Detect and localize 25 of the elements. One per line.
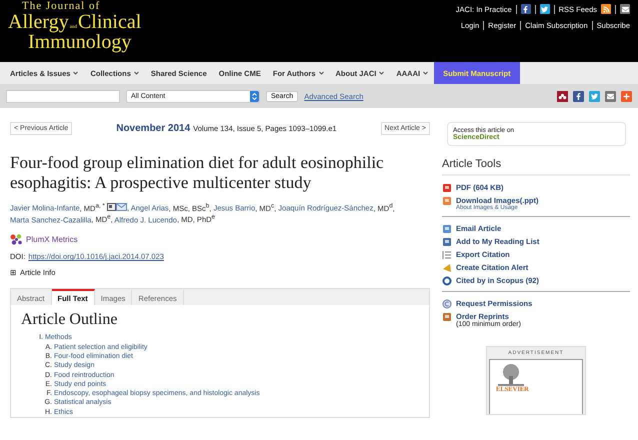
caret-icon xyxy=(423,71,428,75)
list-icon xyxy=(442,250,452,260)
tree-logo-icon xyxy=(496,364,526,386)
rss-icon[interactable] xyxy=(601,4,611,14)
plumx-metrics-link[interactable]: PlumX Metrics xyxy=(26,235,78,244)
caret-icon xyxy=(318,71,324,75)
mail-icon[interactable] xyxy=(605,90,616,102)
contact-card-icon[interactable] xyxy=(106,202,116,211)
copyright-icon xyxy=(442,299,452,309)
mendeley-icon[interactable] xyxy=(557,90,568,102)
article-title: Four-food group elimination diet for adult eosinophilic esophagitis: A prospective multicenter study xyxy=(10,153,385,192)
facebook-icon[interactable] xyxy=(520,4,531,14)
tools-heading: Article Tools xyxy=(442,158,630,176)
outline-heading: Article Outline xyxy=(21,311,118,330)
caret-icon xyxy=(379,71,384,75)
up-down-arrows-icon xyxy=(252,92,257,100)
search-field[interactable] xyxy=(6,90,120,102)
mail-icon[interactable] xyxy=(620,4,630,14)
twitter-icon[interactable] xyxy=(540,4,550,14)
caret-icon xyxy=(73,71,78,75)
plumx-logo-icon xyxy=(10,234,23,246)
facebook-icon[interactable] xyxy=(573,90,584,102)
caret-icon xyxy=(134,71,139,75)
issue-date-link[interactable]: November 2014 xyxy=(116,123,190,134)
plus-icon[interactable] xyxy=(621,90,632,102)
